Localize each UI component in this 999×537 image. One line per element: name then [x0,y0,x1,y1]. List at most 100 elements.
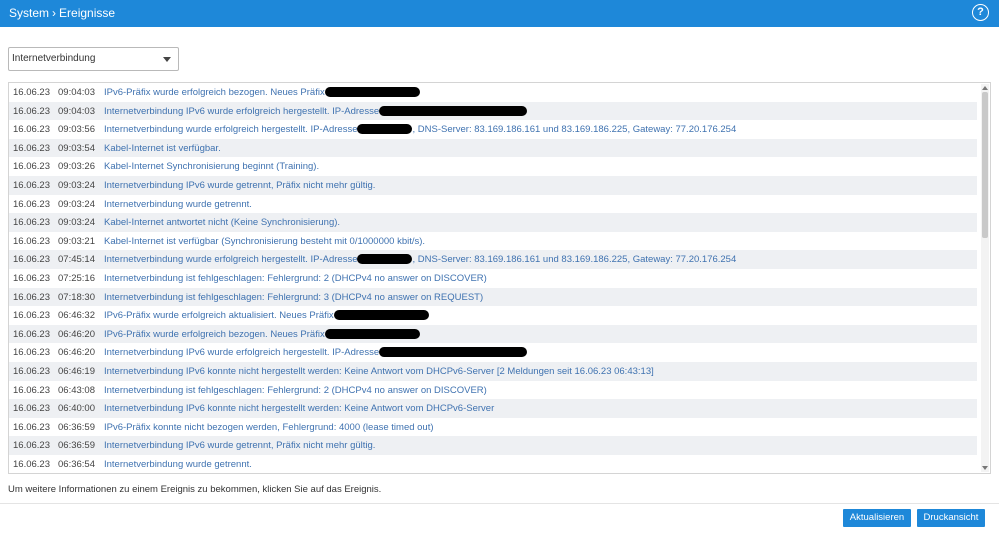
log-date: 16.06.23 [13,272,50,284]
log-time: 06:40:00 [58,403,95,415]
log-message[interactable]: Internetverbindung wurde erfolgreich her… [104,254,736,265]
log-time: 07:45:14 [58,254,95,266]
chevron-down-icon [163,57,171,62]
event-log-rows: 16.06.23 09:04:03 IPv6-Präfix wurde erfolg… [9,83,977,473]
breadcrumb-events: Ereignisse [59,6,116,20]
log-row[interactable]: 16.06.23 06:46:20 IPv6-Präfix wurde erfolg… [9,324,977,344]
log-message-text: Internetverbindung IPv6 wurde getrennt, … [104,179,376,191]
log-row[interactable]: 16.06.23 07:45:14 Internetverbindung wurde… [9,250,977,269]
event-log: 16.06.23 09:04:03 IPv6-Präfix wurde erfolg… [8,82,991,474]
log-row[interactable]: 16.06.23 06:46:19 Internetverbindung IPv6 … [9,361,977,381]
log-message-text: Kabel-Internet antwortet nicht (Keine Sy… [104,217,341,229]
log-row[interactable]: 16.06.23 09:04:03 Internetverbindung IPv6 … [9,101,977,121]
log-message[interactable]: Kabel-Internet ist verfügbar (Synchronis… [104,236,425,247]
log-row[interactable]: 16.06.23 09:03:54 Kabel-Internet ist verfü… [9,138,977,158]
help-icon[interactable]: ? [972,4,989,21]
scrollbar[interactable] [981,84,989,472]
event-filter-select[interactable]: Internetverbindung [8,47,179,71]
scroll-down-icon[interactable] [982,466,988,470]
log-message[interactable]: Internetverbindung IPv6 wurde getrennt, … [104,440,375,451]
log-message-text: Internetverbindung IPv6 wurde erfolgreic… [104,347,380,359]
log-message[interactable]: Internetverbindung wurde getrennt. [104,459,252,470]
log-date: 16.06.23 [13,87,50,98]
log-row[interactable]: 16.06.23 06:36:54 Internetverbindung wurde… [9,455,977,473]
log-message-text: Internetverbindung ist fehlgeschlagen: F… [104,384,487,396]
log-message-text: Internetverbindung IPv6 wurde erfolgreic… [104,105,380,117]
log-time: 07:18:30 [58,291,95,303]
log-message-text: IPv6-Präfix wurde erfolgreich bezogen. N… [104,328,325,340]
log-message[interactable]: IPv6-Präfix konnte nicht bezogen werden,… [104,422,434,433]
log-message[interactable]: Kabel-Internet antwortet nicht (Keine Sy… [104,217,340,228]
log-message[interactable]: IPv6-Präfix wurde erfolgreich bezogen. N… [104,328,420,340]
log-date: 16.06.23 [13,440,50,452]
log-date: 16.06.23 [13,421,50,433]
log-time: 09:04:03 [58,87,95,98]
log-message[interactable]: Internetverbindung IPv6 wurde erfolgreic… [104,105,528,117]
log-time: 09:03:21 [58,235,95,247]
log-time: 06:46:20 [58,347,95,359]
top-bar: System › Ereignisse ? [0,0,999,27]
log-message[interactable]: Internetverbindung ist fehlgeschlagen: F… [104,385,487,396]
log-message[interactable]: IPv6-Präfix wurde erfolgreich aktualisie… [104,310,429,321]
log-row[interactable]: 16.06.23 07:18:30 Internetverbindung ist f… [9,287,977,307]
log-row[interactable]: 16.06.23 09:03:21 Kabel-Internet ist verfü… [9,232,977,251]
redaction-mark [357,254,413,265]
log-time: 09:03:24 [58,198,95,210]
breadcrumb-system[interactable]: System [9,6,49,20]
redaction-mark [324,328,420,339]
log-message[interactable]: IPv6-Präfix wurde erfolgreich bezogen. N… [104,87,420,98]
log-date: 16.06.23 [13,105,50,117]
log-row[interactable]: 16.06.23 07:25:16 Internetverbindung ist f… [9,269,977,288]
log-row[interactable]: 16.06.23 09:03:24 Kabel-Internet antwortet… [9,213,977,232]
log-time: 09:03:56 [58,124,95,136]
log-message-text: Internetverbindung IPv6 konnte nicht her… [104,365,654,377]
scroll-up-icon[interactable] [982,86,988,90]
log-row[interactable]: 16.06.23 06:40:00 Internetverbindung IPv6 … [9,399,977,418]
log-time: 09:03:26 [58,161,95,173]
log-message-text: Internetverbindung wurde erfolgreich her… [104,254,358,266]
log-message[interactable]: Internetverbindung IPv6 konnte nicht her… [104,366,654,377]
log-row[interactable]: 16.06.23 06:43:08 Internetverbindung ist f… [9,381,977,400]
log-row[interactable]: 16.06.23 09:04:03 IPv6-Präfix wurde erfolg… [9,83,977,102]
log-row[interactable]: 16.06.23 06:36:59 IPv6-Präfix konnte nicht… [9,418,977,437]
log-row[interactable]: 16.06.23 09:03:24 Internetverbindung IPv6 … [9,175,977,195]
log-row[interactable]: 16.06.23 06:36:59 Internetverbindung IPv6 … [9,436,977,455]
log-message[interactable]: Internetverbindung IPv6 wurde getrennt, … [104,180,375,191]
redaction-mark [333,310,429,321]
log-time: 09:03:24 [58,179,95,191]
log-date: 16.06.23 [13,142,50,154]
log-row[interactable]: 16.06.23 09:03:24 Internetverbindung wurde… [9,195,977,214]
log-date: 16.06.23 [13,198,50,210]
log-row[interactable]: 16.06.23 06:46:32 IPv6-Präfix wurde erfolg… [9,306,977,325]
log-message-text: Internetverbindung wurde getrennt. [104,458,252,470]
redaction-mark [324,87,420,97]
log-message[interactable]: Kabel-Internet ist verfügbar. [104,143,221,154]
hint-text: Um weitere Informationen zu einem Ereign… [8,484,382,495]
log-row[interactable]: 16.06.23 06:46:20 Internetverbindung IPv6 … [9,343,977,362]
log-message[interactable]: Internetverbindung wurde getrennt. [104,199,252,210]
print-view-button[interactable]: Druckansicht [917,509,985,527]
log-time: 06:36:59 [58,421,95,433]
scrollbar-thumb[interactable] [982,92,988,238]
log-date: 16.06.23 [13,384,50,396]
log-message[interactable]: Internetverbindung wurde erfolgreich her… [104,124,736,135]
log-time: 06:43:08 [58,384,95,396]
log-message-text: Kabel-Internet ist verfügbar. [104,142,221,154]
log-time: 06:46:32 [58,310,95,322]
log-date: 16.06.23 [13,179,50,191]
breadcrumb-separator: › [52,6,57,20]
redaction-mark [357,124,413,135]
log-message[interactable]: Kabel-Internet Synchronisierung beginnt … [104,161,319,172]
log-date: 16.06.23 [13,403,50,415]
log-message[interactable]: Internetverbindung IPv6 wurde erfolgreic… [104,347,528,359]
log-row[interactable]: 16.06.23 09:03:26 Kabel-Internet Synchroni… [9,157,977,176]
redaction-mark [379,105,528,116]
log-time: 09:03:24 [58,217,95,229]
log-message[interactable]: Internetverbindung ist fehlgeschlagen: F… [104,292,483,303]
log-message-text: Kabel-Internet ist verfügbar (Synchronis… [104,235,426,247]
log-message[interactable]: Internetverbindung ist fehlgeschlagen: F… [104,273,487,284]
log-date: 16.06.23 [13,347,50,359]
log-row[interactable]: 16.06.23 09:03:56 Internetverbindung wurde… [9,120,977,139]
log-message[interactable]: Internetverbindung IPv6 konnte nicht her… [104,403,494,414]
refresh-button[interactable]: Aktualisieren [843,509,911,527]
